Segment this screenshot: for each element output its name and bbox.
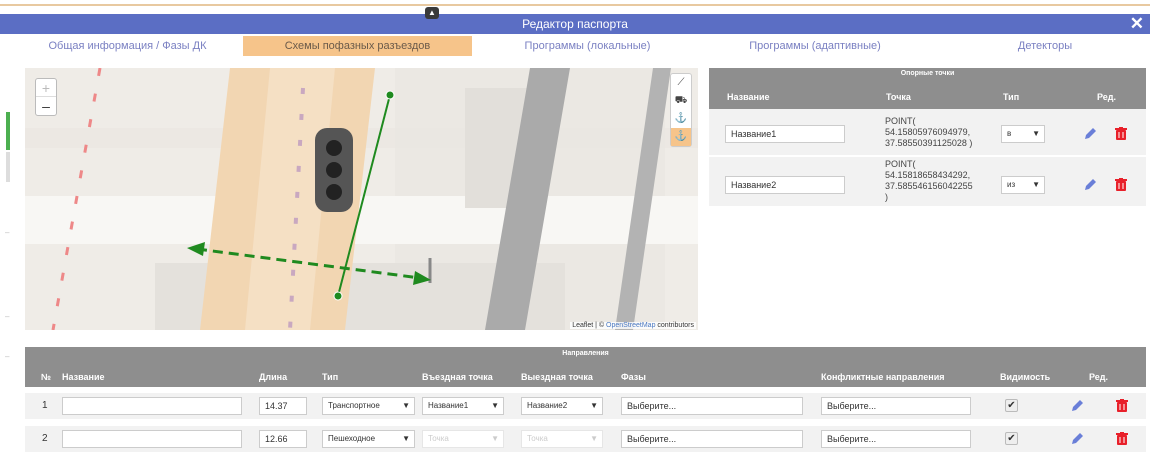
pencil-icon[interactable] [1070, 432, 1084, 446]
col-header-edit: Ред. [1097, 92, 1116, 102]
phases-multiselect[interactable]: Выберите... [621, 430, 803, 448]
anchor-point-row: Название2 POINT( 54.15818658434292, 37.5… [709, 157, 1146, 207]
direction-type-select[interactable]: Транспортное ▼ [322, 397, 415, 415]
direction-row: 1 14.37 Транспортное ▼ Название1 ▼ Названи… [25, 393, 1146, 419]
directions-table: Направления № Название Длина Тип Въездна… [25, 347, 1146, 457]
col-header-type: Тип [1003, 92, 1020, 102]
map-canvas[interactable] [25, 68, 698, 330]
direction-length-input[interactable]: 14.37 [259, 397, 307, 415]
side-marker: – [5, 352, 10, 361]
passport-editor-window: Редактор паспорта ✕ ▲ Общая информация /… [0, 0, 1150, 471]
tab-local-programs[interactable]: Программы (локальные) [480, 36, 695, 56]
direction-type-select[interactable]: Пешеходное ▼ [322, 430, 415, 448]
anchor-point-name-input[interactable]: Название1 [725, 125, 845, 143]
tab-general-info[interactable]: Общая информация / Фазы ДК [20, 36, 235, 56]
tab-adaptive-programs[interactable]: Программы (адаптивные) [700, 36, 930, 56]
entry-point-select[interactable]: Название1 ▼ [422, 397, 504, 415]
anchor-point-row: Название1 POINT( 54.15805976094979, 37.5… [709, 109, 1146, 156]
trash-icon[interactable] [1116, 432, 1128, 445]
chevron-down-icon: ▼ [1032, 129, 1040, 138]
chevron-down-icon: ▼ [590, 434, 598, 443]
col-header-phases: Фазы [621, 372, 646, 382]
pencil-icon[interactable] [1070, 399, 1084, 413]
pencil-icon[interactable] [1083, 178, 1097, 192]
side-marker: – [5, 312, 10, 321]
top-strip [0, 0, 1150, 14]
title-bar: Редактор паспорта ✕ [0, 14, 1150, 34]
col-header-edit: Ред. [1089, 372, 1108, 382]
anchor-point-type-select[interactable]: в ▼ [1001, 125, 1045, 143]
chevron-down-icon: ▼ [402, 434, 410, 443]
direction-row: 2 12.66 Пешеходное ▼ Точка ▼ Точка ▼ Выбери… [25, 426, 1146, 452]
zoom-out-button[interactable]: – [36, 97, 56, 115]
exit-point-select[interactable]: Точка ▼ [521, 430, 603, 448]
col-header-length: Длина [259, 372, 288, 382]
direction-length-input[interactable]: 12.66 [259, 430, 307, 448]
tab-detectors[interactable]: Детекторы [940, 36, 1150, 56]
chevron-down-icon: ▼ [491, 434, 499, 443]
col-header-name: Название [62, 372, 105, 382]
chevron-down-icon: ▼ [590, 401, 598, 410]
anchor-points-header: Опорные точки Название Точка Тип Ред. [709, 68, 1146, 109]
zoom-in-button[interactable]: + [36, 79, 56, 97]
conflicts-multiselect[interactable]: Выберите... [821, 397, 971, 415]
attribution-prefix: Leaflet | © [572, 322, 607, 329]
chevron-down-icon: ▼ [402, 401, 410, 410]
side-indicator [0, 70, 10, 190]
phases-multiselect[interactable]: Выберите... [621, 397, 803, 415]
map-view[interactable]: + – ⟋ ⛟ ⚓ ⚓ Leaflet | © OpenStreetMap co… [25, 68, 698, 330]
exit-point-select[interactable]: Название2 ▼ [521, 397, 603, 415]
car-icon[interactable]: ⛟ [671, 92, 691, 110]
col-header-name: Название [727, 92, 770, 102]
anchor-point-coords: POINT( 54.15805976094979, 37.58550391125… [885, 116, 973, 148]
top-divider [0, 4, 1150, 6]
col-header-visibility: Видимость [1000, 372, 1051, 382]
chevron-down-icon: ▼ [1032, 180, 1040, 189]
trash-icon[interactable] [1115, 178, 1127, 191]
anchor-point-type-select[interactable]: из ▼ [1001, 176, 1045, 194]
side-indicator-inactive [6, 152, 10, 182]
trash-icon[interactable] [1115, 127, 1127, 140]
visibility-checkbox[interactable]: ✔ [1005, 399, 1018, 412]
col-header-type: Тип [322, 372, 339, 382]
conflicts-multiselect[interactable]: Выберите... [821, 430, 971, 448]
trash-icon[interactable] [1116, 399, 1128, 412]
attribution-suffix: contributors [655, 322, 694, 329]
side-indicator-active [6, 112, 10, 150]
col-header-point: Точка [886, 92, 911, 102]
chevron-up-icon[interactable]: ▲ [425, 7, 439, 19]
directions-header: Направления № Название Длина Тип Въездна… [25, 347, 1146, 387]
directions-caption: Направления [562, 350, 609, 357]
anchor-add-icon[interactable]: ⚓ [671, 128, 691, 146]
close-icon[interactable]: ✕ [1130, 14, 1144, 34]
window-title: Редактор паспорта [522, 17, 628, 31]
chevron-down-icon: ▼ [491, 401, 499, 410]
map-toolbar: ⟋ ⛟ ⚓ ⚓ [670, 73, 692, 147]
direction-number: 1 [42, 400, 48, 411]
col-header-num: № [41, 372, 52, 382]
direction-number: 2 [42, 433, 48, 444]
side-marker: – [5, 228, 10, 237]
col-header-entry: Въездная точка [422, 372, 493, 382]
anchor-point-coords: POINT( 54.15818658434292, 37.58554615604… [885, 159, 973, 202]
anchor-point-name-input[interactable]: Название2 [725, 176, 845, 194]
tab-phase-schemes[interactable]: Схемы пофазных разъездов [243, 36, 472, 56]
col-header-exit: Выездная точка [521, 372, 593, 382]
draw-line-icon[interactable]: ⟋ [671, 74, 691, 92]
anchor-points-caption: Опорные точки [900, 70, 955, 77]
anchor-icon[interactable]: ⚓ [671, 110, 691, 128]
openstreetmap-link[interactable]: OpenStreetMap [606, 322, 655, 329]
tab-bar: Общая информация / Фазы ДК Схемы пофазны… [0, 36, 1150, 56]
direction-name-input[interactable] [62, 397, 242, 415]
direction-name-input[interactable] [62, 430, 242, 448]
anchor-points-table: Опорные точки Название Точка Тип Ред. На… [709, 68, 1146, 234]
zoom-control: + – [35, 78, 57, 116]
map-attribution: Leaflet | © OpenStreetMap contributors [570, 322, 696, 329]
col-header-conflicts: Конфликтные направления [821, 372, 945, 382]
visibility-checkbox[interactable]: ✔ [1005, 432, 1018, 445]
pencil-icon[interactable] [1083, 127, 1097, 141]
entry-point-select[interactable]: Точка ▼ [422, 430, 504, 448]
